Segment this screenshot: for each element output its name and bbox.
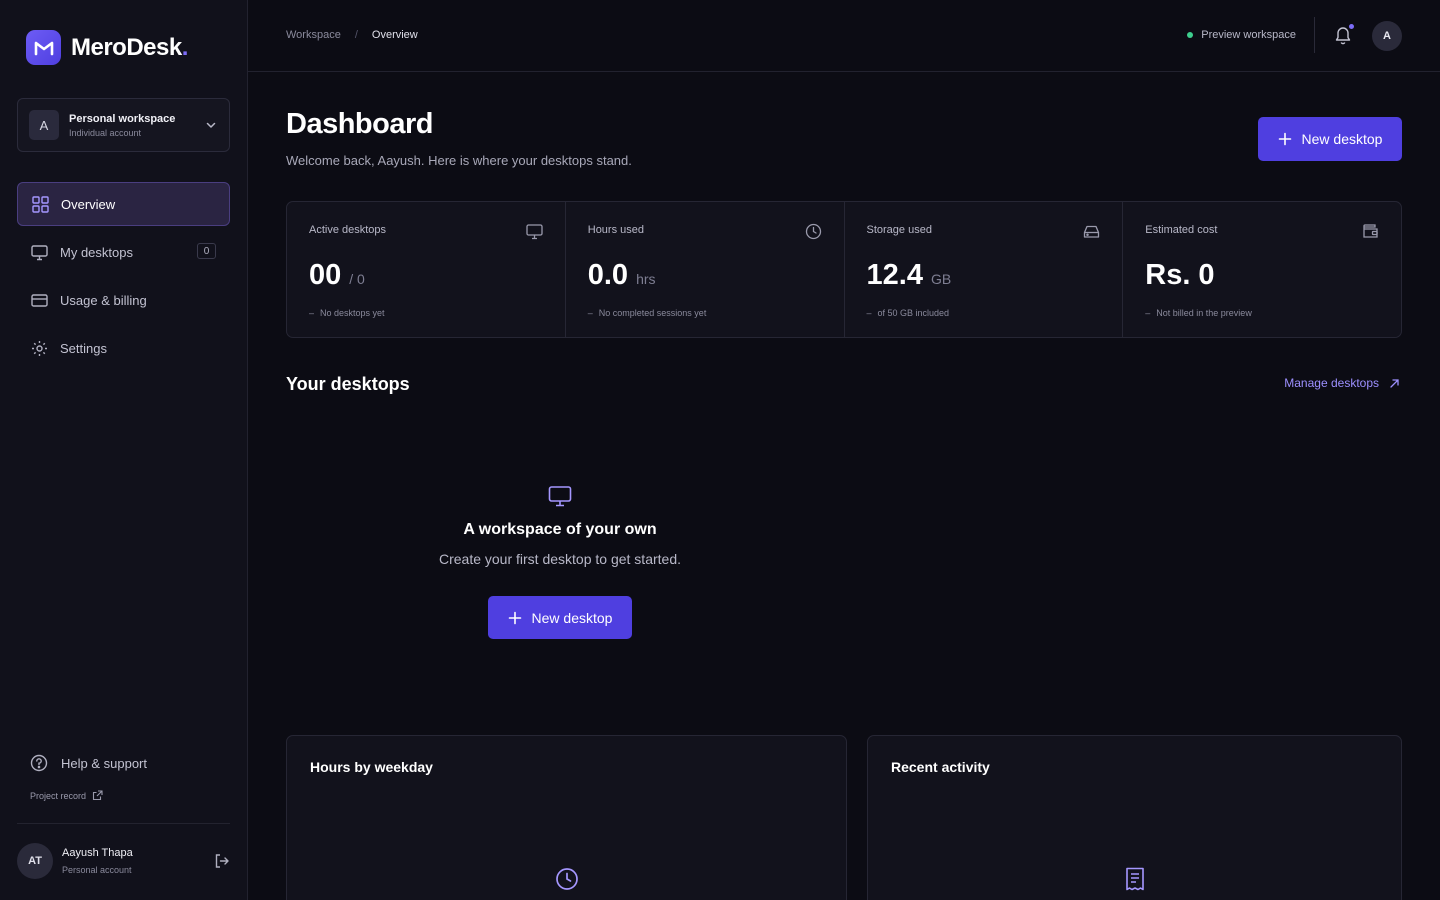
arrow-up-right-icon <box>1390 378 1399 388</box>
gear-icon <box>32 340 47 356</box>
workspace-type: Individual account <box>69 127 142 138</box>
monitor-icon <box>31 244 48 260</box>
sidebar-item-label: My desktops <box>60 244 133 260</box>
stat-value: 00 <box>309 259 342 291</box>
sidebar-item-label: Settings <box>60 340 107 356</box>
sidebar-item-usage-billing[interactable]: Usage & billing <box>17 278 230 322</box>
monitor-icon <box>526 224 543 240</box>
desktops-empty-state: A workspace of your own Create your firs… <box>286 485 834 639</box>
stat-unit: / 0 <box>349 271 365 287</box>
notifications-button[interactable] <box>1334 24 1354 50</box>
sidebar: MeroDesk. A Personal workspace Individua… <box>0 0 248 900</box>
external-link-icon <box>92 790 103 801</box>
user-profile[interactable]: AT Aayush Thapa Personal account <box>17 843 230 879</box>
grid-icon <box>32 195 49 213</box>
brand[interactable]: MeroDesk. <box>26 30 188 65</box>
workspace-avatar: A <box>29 110 59 140</box>
notification-dot <box>1349 24 1354 29</box>
stat-label: Storage used <box>866 224 932 236</box>
stat-card-active-desktops: Active desktops 00 / 0 – No desktops yet <box>287 202 566 337</box>
panel-title: Hours by weekday <box>310 759 433 775</box>
project-record-link[interactable]: Project record <box>30 790 103 801</box>
plus-icon <box>508 611 521 624</box>
breadcrumb-separator: / <box>354 29 358 41</box>
stat-card-estimated-cost: Estimated cost Rs. 0 – Not billed in the … <box>1123 202 1401 337</box>
sidebar-item-label: Overview <box>61 196 116 212</box>
user-account-type: Personal account <box>62 865 132 875</box>
sidebar-nav: Overview My desktops 0 Usage & billing S… <box>17 182 230 374</box>
workspace-switcher[interactable]: A Personal workspace Individual account <box>17 98 230 152</box>
preview-label: Preview workspace <box>1201 29 1296 41</box>
new-desktop-label: New desktop <box>1301 131 1383 147</box>
breadcrumb-current: Overview <box>371 29 418 41</box>
workspace-name: Personal workspace <box>69 112 176 125</box>
sidebar-item-label: Usage & billing <box>60 292 147 308</box>
clock-icon <box>805 223 821 240</box>
manage-desktops-label: Manage desktops <box>1284 376 1379 390</box>
stat-note: – No desktops yet <box>309 308 385 318</box>
status-dot-icon <box>1187 32 1194 38</box>
avatar: AT <box>17 843 53 879</box>
stat-unit: hrs <box>636 271 656 287</box>
stats-row: Active desktops 00 / 0 – No desktops yet … <box>286 201 1402 338</box>
stat-card-hours-used: Hours used 0.0 hrs – No completed session… <box>566 202 845 337</box>
empty-state-subtitle: Create your first desktop to get started… <box>438 551 681 567</box>
receipt-icon <box>1126 867 1144 891</box>
chevron-down-icon <box>206 122 216 128</box>
logout-icon[interactable] <box>214 853 230 869</box>
breadcrumb-workspace[interactable]: Workspace <box>286 29 341 41</box>
topbar-divider <box>1314 17 1315 53</box>
stat-card-storage-used: Storage used 12.4 GB – of 50 GB included <box>845 202 1124 337</box>
page-title: Dashboard <box>286 108 433 140</box>
breadcrumb: Workspace / Overview <box>286 29 418 41</box>
credit-card-icon <box>31 293 48 307</box>
stat-note: – No completed sessions yet <box>587 308 707 318</box>
wallet-icon <box>1363 224 1378 238</box>
stat-value: 12.4 <box>866 259 923 291</box>
stat-value: 0.0 <box>587 259 629 291</box>
panel-title: Recent activity <box>891 759 990 775</box>
stat-unit: GB <box>930 271 952 287</box>
manage-desktops-link[interactable]: Manage desktops <box>1284 376 1400 390</box>
brand-name: MeroDesk. <box>71 33 188 61</box>
sidebar-item-my-desktops[interactable]: My desktops 0 <box>17 230 230 274</box>
empty-state-title: A workspace of your own <box>463 521 657 538</box>
preview-status: Preview workspace <box>1187 29 1296 41</box>
stat-note: – of 50 GB included <box>866 308 950 318</box>
monitor-icon <box>548 486 572 507</box>
topbar: Workspace / Overview Preview workspace A <box>248 0 1440 72</box>
merodesk-logo-icon <box>26 30 61 65</box>
new-desktop-label: New desktop <box>531 609 613 626</box>
sidebar-divider <box>17 823 230 824</box>
user-name: Aayush Thapa <box>62 847 133 859</box>
avatar[interactable]: A <box>1372 21 1402 51</box>
hard-drive-icon <box>1084 225 1100 238</box>
recent-activity-panel: Recent activity <box>867 735 1402 900</box>
new-desktop-button[interactable]: New desktop <box>488 596 632 639</box>
page-subtitle: Welcome back, Aayush. Here is where your… <box>286 153 632 168</box>
plus-icon <box>1278 132 1291 146</box>
stat-label: Active desktops <box>309 224 387 236</box>
clock-icon <box>556 868 578 890</box>
stat-value: Rs. 0 <box>1145 259 1215 291</box>
sidebar-item-settings[interactable]: Settings <box>17 326 230 370</box>
help-support-link[interactable]: Help & support <box>30 754 147 772</box>
section-title-desktops: Your desktops <box>286 374 410 394</box>
sidebar-item-overview[interactable]: Overview <box>17 182 230 226</box>
desktops-count-badge: 0 <box>197 243 216 259</box>
new-desktop-button[interactable]: New desktop <box>1258 117 1402 161</box>
stat-label: Hours used <box>587 224 645 236</box>
project-record-label: Project record <box>30 790 87 801</box>
help-label: Help & support <box>61 755 147 771</box>
hours-by-weekday-panel: Hours by weekday <box>286 735 847 900</box>
stat-label: Estimated cost <box>1145 224 1218 236</box>
help-circle-icon <box>30 754 48 772</box>
stat-note: – Not billed in the preview <box>1145 308 1252 318</box>
